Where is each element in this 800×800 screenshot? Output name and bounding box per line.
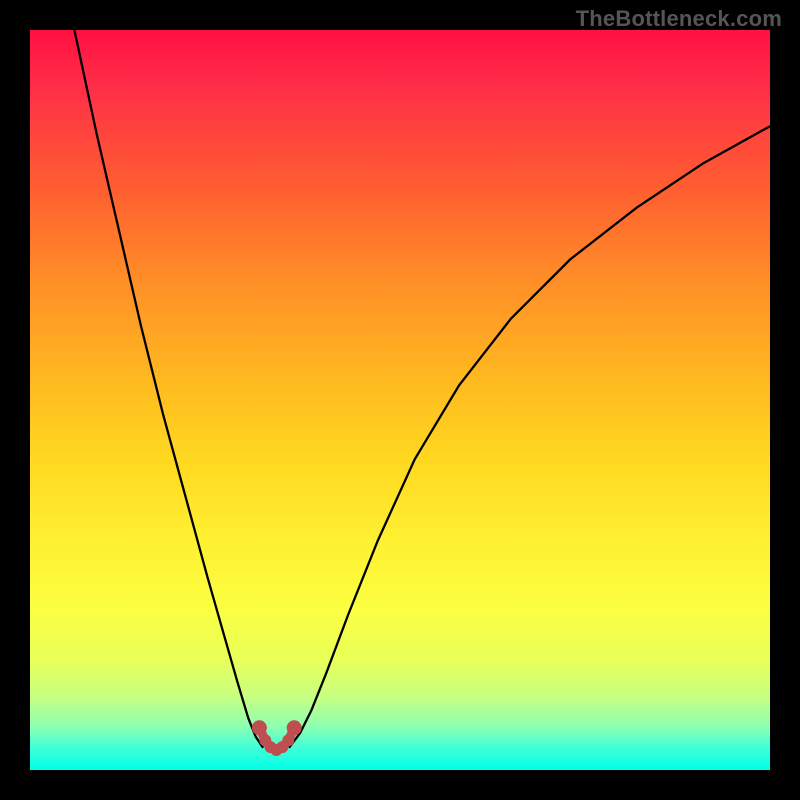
valley-dot <box>252 720 267 735</box>
chart-frame: TheBottleneck.com <box>0 0 800 800</box>
bottleneck-curve <box>30 30 770 770</box>
valley-dot <box>282 734 294 746</box>
attribution-text: TheBottleneck.com <box>576 6 782 32</box>
valley-dot <box>287 720 302 735</box>
curve-left-branch <box>74 30 263 748</box>
curve-right-branch <box>289 126 770 748</box>
